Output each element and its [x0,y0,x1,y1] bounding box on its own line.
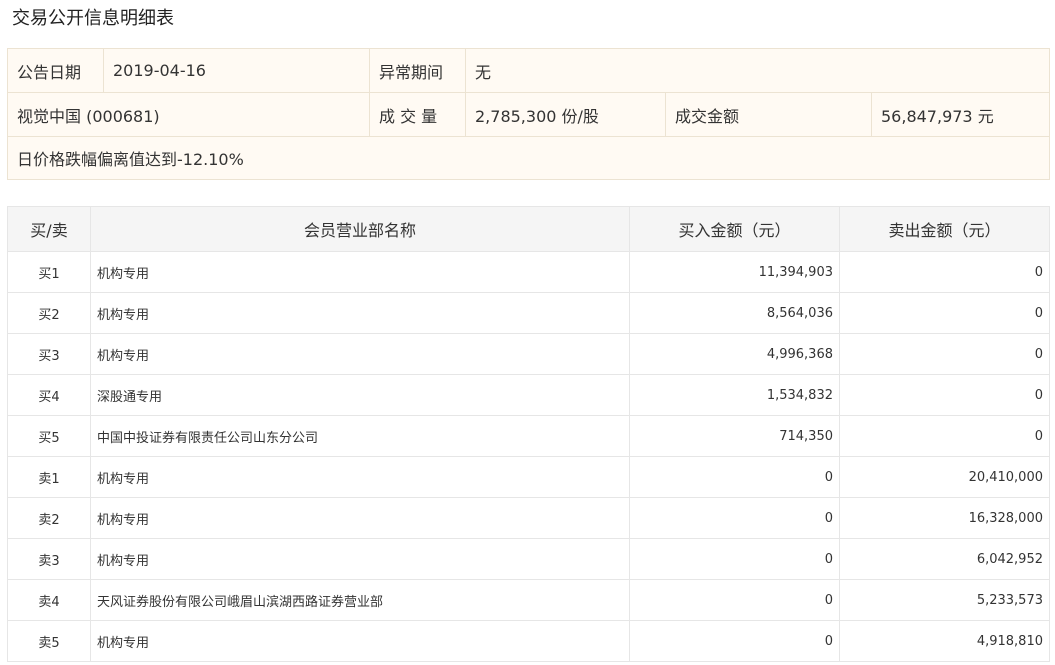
row-member-name: 机构专用 [90,456,630,498]
abnormal-period-label: 异常期间 [369,48,466,93]
summary-table: 公告日期 2019-04-16 异常期间 无 视觉中国 (000681) 成 交… [7,48,1050,180]
table-row: 买2 机构专用 8,564,036 0 [7,292,1050,334]
row-sell-amount: 20,410,000 [839,456,1050,498]
row-side: 买4 [7,374,91,416]
amount-label: 成交金额 [665,92,872,137]
row-buy-amount: 4,996,368 [629,333,840,375]
row-member-name: 天风证券股份有限公司峨眉山滨湖西路证券营业部 [90,579,630,621]
row-side: 卖4 [7,579,91,621]
row-sell-amount: 0 [839,292,1050,334]
row-member-name: 深股通专用 [90,374,630,416]
row-buy-amount: 0 [629,497,840,539]
row-member-name: 机构专用 [90,333,630,375]
row-buy-amount: 0 [629,620,840,662]
row-sell-amount: 0 [839,415,1050,457]
row-sell-amount: 6,042,952 [839,538,1050,580]
row-buy-amount: 0 [629,538,840,580]
row-side: 买1 [7,251,91,293]
date-label: 公告日期 [7,48,104,93]
table-row: 买1 机构专用 11,394,903 0 [7,251,1050,293]
table-row: 买4 深股通专用 1,534,832 0 [7,374,1050,416]
date-value: 2019-04-16 [103,48,370,93]
header-buy-amount: 买入金额（元） [629,206,840,252]
row-side: 买3 [7,333,91,375]
table-row: 买3 机构专用 4,996,368 0 [7,333,1050,375]
row-sell-amount: 0 [839,251,1050,293]
row-sell-amount: 5,233,573 [839,579,1050,621]
table-header-row: 买/卖 会员营业部名称 买入金额（元） 卖出金额（元） [7,206,1050,252]
row-member-name: 机构专用 [90,620,630,662]
row-sell-amount: 16,328,000 [839,497,1050,539]
row-buy-amount: 1,534,832 [629,374,840,416]
table-row: 卖4 天风证券股份有限公司峨眉山滨湖西路证券营业部 0 5,233,573 [7,579,1050,621]
row-buy-amount: 8,564,036 [629,292,840,334]
row-member-name: 机构专用 [90,292,630,334]
listing-reason: 日价格跌幅偏离值达到-12.10% [7,136,1050,180]
row-side: 卖5 [7,620,91,662]
row-sell-amount: 0 [839,333,1050,375]
table-row: 买5 中国中投证券有限责任公司山东分公司 714,350 0 [7,415,1050,457]
page-title: 交易公开信息明细表 [12,8,174,29]
table-row: 卖2 机构专用 0 16,328,000 [7,497,1050,539]
row-member-name: 机构专用 [90,251,630,293]
summary-row-date: 公告日期 2019-04-16 异常期间 无 [7,48,1050,93]
row-side: 卖1 [7,456,91,498]
abnormal-period-value: 无 [465,48,1050,93]
row-buy-amount: 11,394,903 [629,251,840,293]
table-row: 卖1 机构专用 0 20,410,000 [7,456,1050,498]
summary-row-reason: 日价格跌幅偏离值达到-12.10% [7,136,1050,180]
trade-detail-table: 买/卖 会员营业部名称 买入金额（元） 卖出金额（元） 买1 机构专用 11,394… [7,206,1050,662]
header-member-name: 会员营业部名称 [90,206,630,252]
row-side: 卖3 [7,538,91,580]
header-sell-amount: 卖出金额（元） [839,206,1050,252]
stock-name: 视觉中国 (000681) [7,92,370,137]
volume-value: 2,785,300 份/股 [465,92,666,137]
table-row: 卖3 机构专用 0 6,042,952 [7,538,1050,580]
header-side: 买/卖 [7,206,91,252]
row-buy-amount: 0 [629,579,840,621]
row-buy-amount: 0 [629,456,840,498]
summary-row-trade: 视觉中国 (000681) 成 交 量 2,785,300 份/股 成交金额 5… [7,92,1050,137]
row-side: 卖2 [7,497,91,539]
row-member-name: 中国中投证券有限责任公司山东分公司 [90,415,630,457]
row-sell-amount: 0 [839,374,1050,416]
table-row: 卖5 机构专用 0 4,918,810 [7,620,1050,662]
row-member-name: 机构专用 [90,538,630,580]
amount-value: 56,847,973 元 [871,92,1050,137]
row-side: 买5 [7,415,91,457]
volume-label: 成 交 量 [369,92,466,137]
row-side: 买2 [7,292,91,334]
row-buy-amount: 714,350 [629,415,840,457]
row-member-name: 机构专用 [90,497,630,539]
row-sell-amount: 4,918,810 [839,620,1050,662]
